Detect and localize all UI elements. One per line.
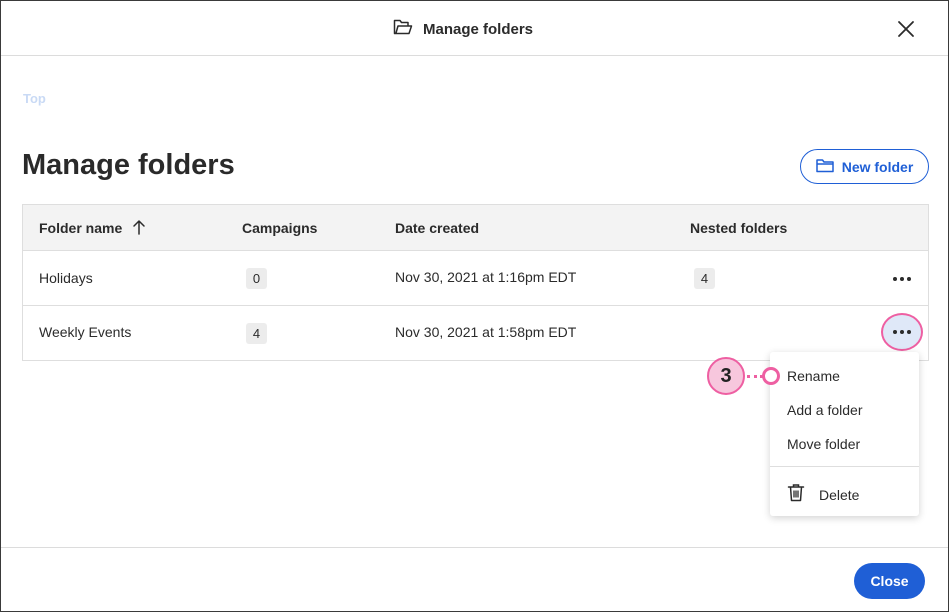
menu-item-move-folder[interactable]: Move folder: [787, 436, 860, 452]
date-created: Nov 30, 2021 at 1:58pm EDT: [395, 324, 577, 340]
modal-title: Manage folders: [423, 21, 534, 38]
campaigns-count-badge: 0: [246, 268, 267, 289]
column-header-date-created[interactable]: Date created: [395, 220, 479, 236]
breadcrumb-top-link[interactable]: Top: [23, 91, 46, 106]
header-title-group: Manage folders: [393, 19, 533, 40]
folder-actions-menu: Rename Add a folder Move folder Delete: [770, 352, 919, 516]
menu-item-delete[interactable]: Delete: [787, 483, 859, 507]
modal-header: Manage folders: [1, 1, 948, 56]
step-callout-target-ring: [762, 367, 780, 385]
delete-label: Delete: [819, 487, 860, 503]
menu-divider: [770, 466, 919, 467]
nested-folders-count-badge: 4: [694, 268, 715, 289]
more-options-button-active[interactable]: [881, 313, 923, 351]
dot: [893, 277, 897, 281]
step-callout-badge: 3: [707, 357, 745, 395]
column-header-folder-name[interactable]: Folder name: [39, 220, 122, 236]
dot: [900, 277, 904, 281]
new-folder-button[interactable]: New folder: [800, 149, 929, 184]
folder-name[interactable]: Weekly Events: [39, 324, 131, 340]
sort-arrow-up-icon[interactable]: [132, 219, 146, 240]
table-row[interactable]: Holidays 0 Nov 30, 2021 at 1:16pm EDT 4: [23, 251, 928, 306]
new-folder-label: New folder: [841, 158, 914, 175]
page-title: Manage folders: [22, 149, 235, 181]
dot: [900, 330, 904, 334]
folder-open-icon: [393, 19, 413, 40]
more-options-button[interactable]: [889, 269, 915, 289]
step-callout-connector: [747, 375, 763, 378]
folder-name[interactable]: Holidays: [39, 270, 93, 286]
folders-table: Folder name Campaigns Date created Neste…: [22, 204, 929, 361]
table-header: Folder name Campaigns Date created Neste…: [23, 205, 928, 251]
close-button[interactable]: Close: [854, 563, 925, 599]
column-header-campaigns[interactable]: Campaigns: [242, 220, 317, 236]
folder-icon: [815, 158, 834, 176]
menu-item-add-folder[interactable]: Add a folder: [787, 402, 863, 418]
manage-folders-modal: Manage folders Top Manage folders New fo…: [0, 0, 949, 612]
trash-icon: [787, 483, 805, 507]
close-icon[interactable]: [895, 18, 917, 40]
menu-item-rename[interactable]: Rename: [787, 368, 840, 384]
column-header-nested-folders[interactable]: Nested folders: [690, 220, 787, 236]
campaigns-count-badge: 4: [246, 323, 267, 344]
dot: [907, 330, 911, 334]
dot: [907, 277, 911, 281]
date-created: Nov 30, 2021 at 1:16pm EDT: [395, 269, 577, 285]
dot: [893, 330, 897, 334]
footer-divider: [1, 547, 948, 548]
